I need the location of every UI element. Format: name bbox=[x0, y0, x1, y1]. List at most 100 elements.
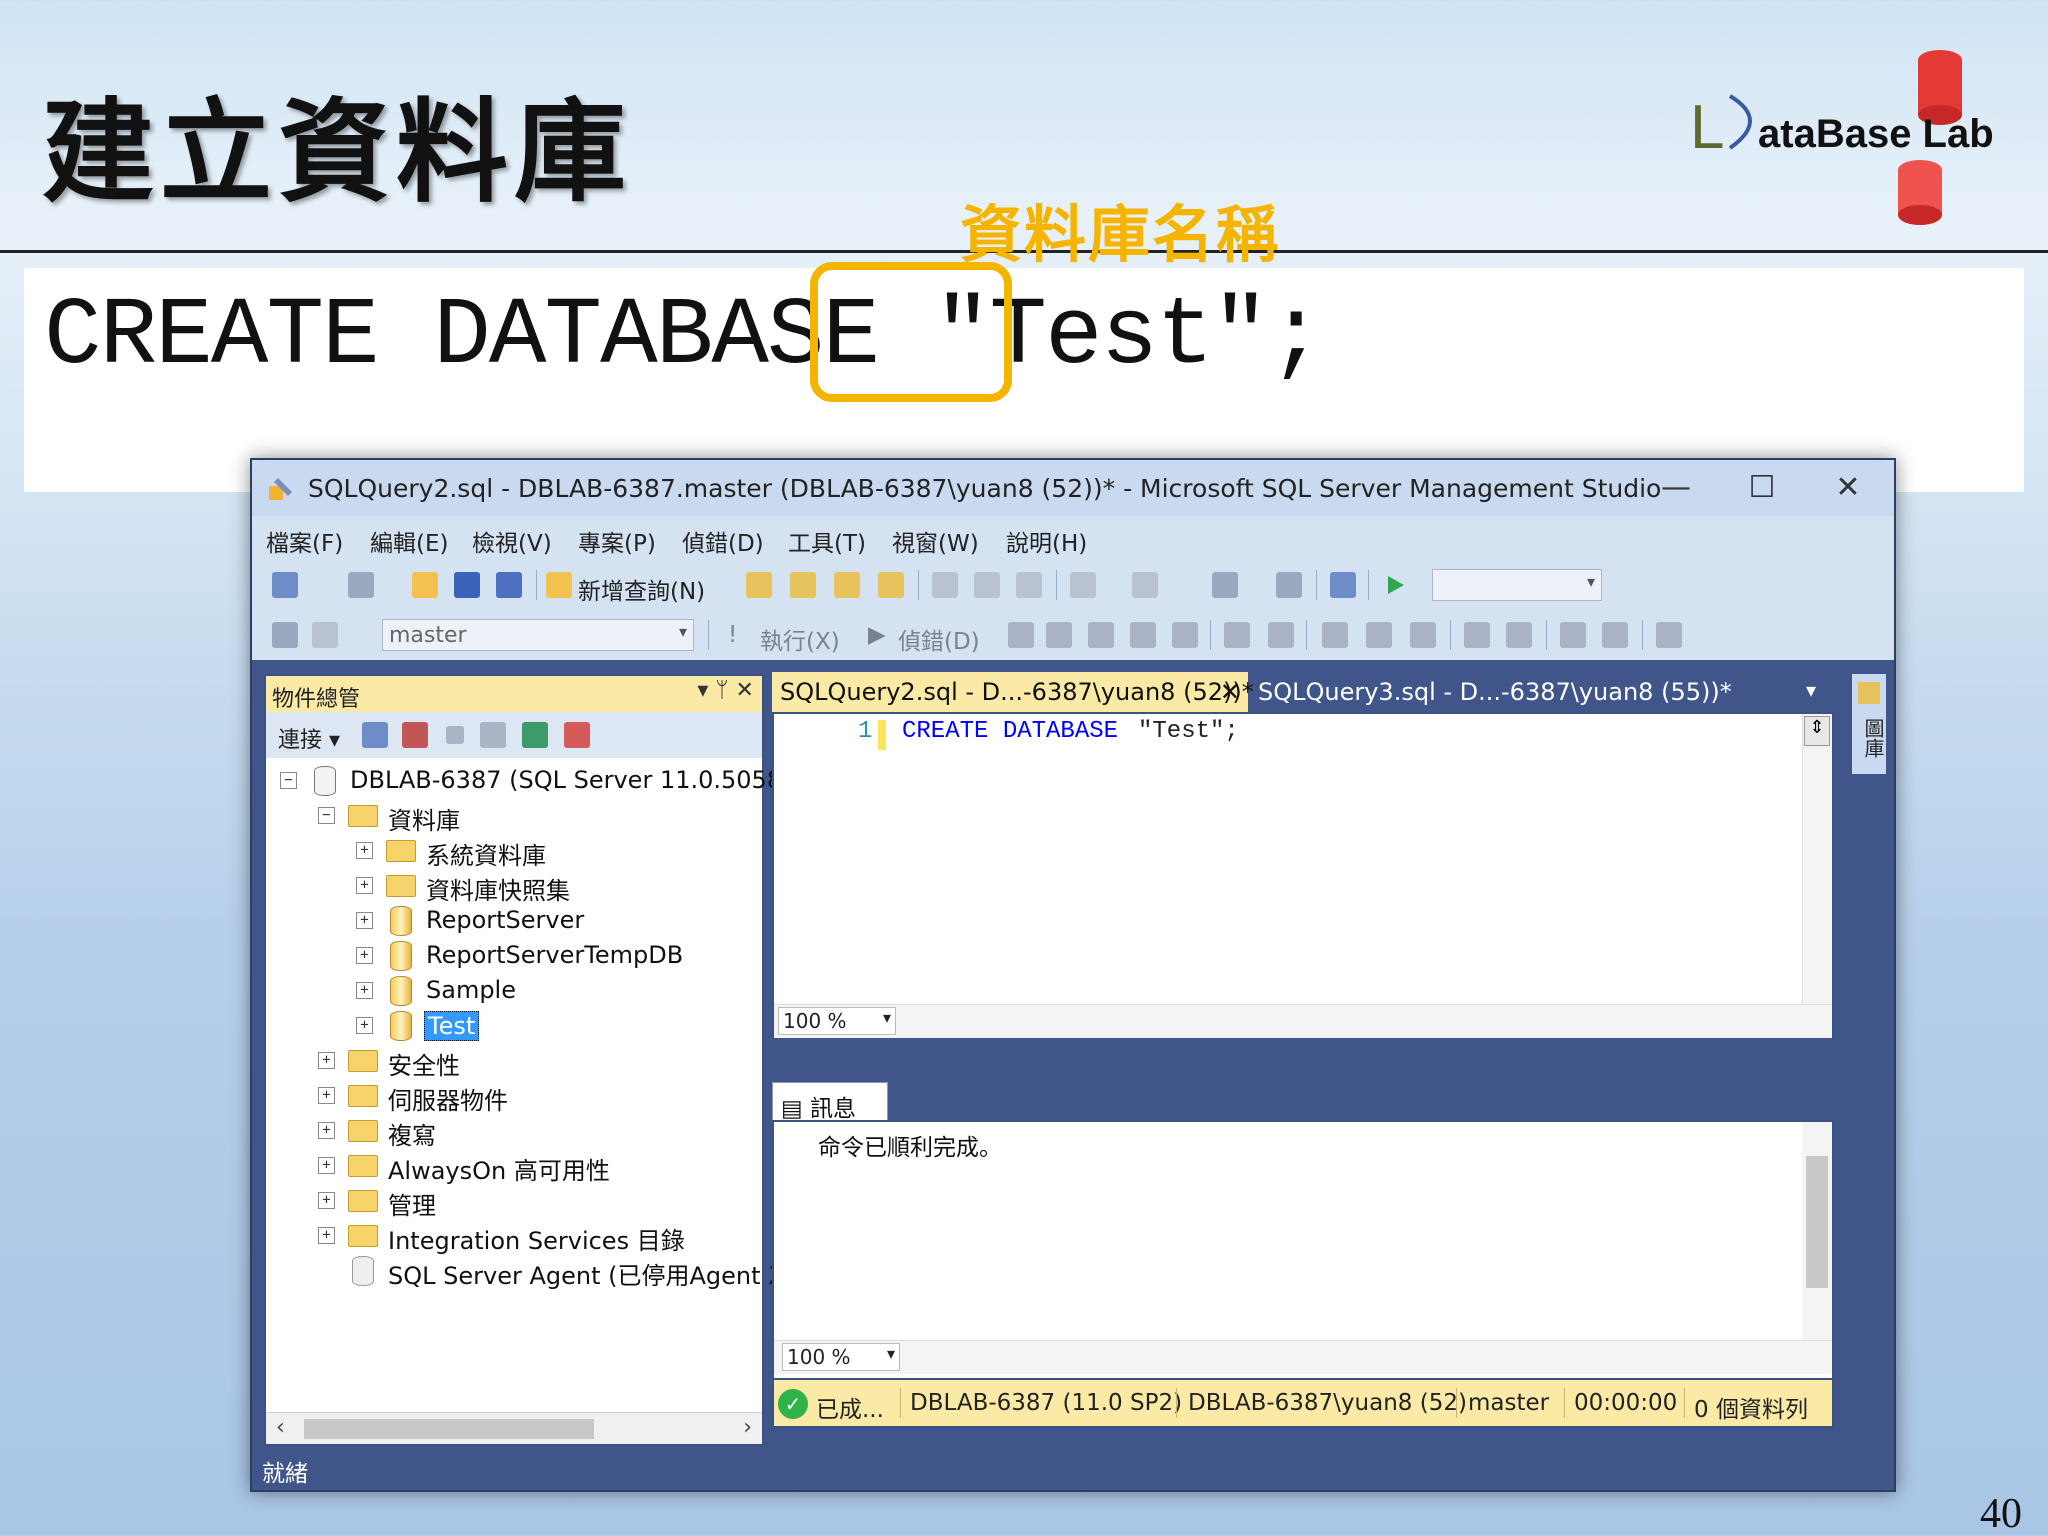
scroll-thumb[interactable] bbox=[304, 1419, 594, 1439]
tab-messages[interactable]: ▤ 訊息 bbox=[772, 1082, 888, 1122]
debug-button[interactable]: 偵錯(D) bbox=[898, 622, 980, 656]
minimize-button[interactable]: — bbox=[1646, 468, 1706, 508]
xmla-query-icon[interactable] bbox=[878, 572, 904, 598]
start-debugging-icon[interactable] bbox=[1382, 572, 1408, 598]
tree-node-sql-agent[interactable]: SQL Server Agent (已停用Agent X bbox=[318, 1254, 785, 1290]
new-query-button[interactable]: 新增查詢(N) bbox=[578, 572, 705, 606]
expand-icon[interactable]: + bbox=[318, 1052, 335, 1069]
activity-monitor-icon[interactable] bbox=[1330, 572, 1356, 598]
database-select[interactable]: master ▾ bbox=[382, 619, 694, 651]
save-icon[interactable] bbox=[454, 572, 480, 598]
expand-icon[interactable]: + bbox=[318, 1087, 335, 1104]
query-editor[interactable]: 1 CREATE DATABASE "Test"; ⇕ 100 % ▾ bbox=[772, 712, 1834, 1038]
menu-view[interactable]: 檢視(V) bbox=[472, 524, 552, 558]
scroll-thumb[interactable] bbox=[1806, 1156, 1828, 1288]
open-file-icon[interactable] bbox=[412, 572, 438, 598]
scroll-right-icon[interactable]: › bbox=[743, 1415, 752, 1440]
disconnect-icon[interactable] bbox=[402, 722, 428, 748]
save-all-icon[interactable] bbox=[496, 572, 522, 598]
expand-icon[interactable]: + bbox=[356, 877, 373, 894]
solution-config-combo[interactable]: ▾ bbox=[1432, 569, 1602, 601]
messages-zoom-select[interactable]: 100 % ▾ bbox=[782, 1343, 900, 1371]
expand-icon[interactable]: + bbox=[356, 842, 373, 859]
results-to-file-icon[interactable] bbox=[1410, 622, 1436, 648]
maximize-button[interactable]: ☐ bbox=[1732, 468, 1792, 508]
tree-node-server[interactable]: − DBLAB-6387 (SQL Server 11.0.5058 - bbox=[280, 764, 798, 798]
expand-icon[interactable]: + bbox=[318, 1192, 335, 1209]
undo-icon[interactable] bbox=[1070, 572, 1096, 598]
client-statistics-icon[interactable] bbox=[1268, 622, 1294, 648]
decrease-indent-icon[interactable] bbox=[1560, 622, 1586, 648]
expand-icon[interactable]: + bbox=[356, 982, 373, 999]
comment-icon[interactable] bbox=[1464, 622, 1490, 648]
close-button[interactable]: ✕ bbox=[1818, 468, 1878, 508]
tree-node-sample[interactable]: + Sample bbox=[356, 974, 756, 1008]
intellisense-icon[interactable] bbox=[1172, 622, 1198, 648]
collapse-icon[interactable]: − bbox=[318, 807, 335, 824]
paste-icon[interactable] bbox=[1016, 572, 1042, 598]
tree-node-snapshots[interactable]: + 資料庫快照集 bbox=[356, 869, 756, 905]
mdx-query-icon[interactable] bbox=[790, 572, 816, 598]
scroll-left-icon[interactable]: ‹ bbox=[276, 1415, 285, 1440]
parse-icon[interactable] bbox=[1046, 622, 1072, 648]
menu-file[interactable]: 檔案(F) bbox=[266, 524, 343, 558]
new-project-icon[interactable] bbox=[272, 572, 298, 598]
database-engine-query-icon[interactable] bbox=[746, 572, 772, 598]
menu-project[interactable]: 專案(P) bbox=[578, 524, 656, 558]
copy-icon[interactable] bbox=[974, 572, 1000, 598]
tree-node-security[interactable]: + 安全性 bbox=[318, 1044, 758, 1080]
tree-node-replication[interactable]: + 複寫 bbox=[318, 1114, 758, 1150]
tree-node-reportserver[interactable]: + ReportServer bbox=[356, 904, 756, 938]
refresh-icon[interactable] bbox=[522, 722, 548, 748]
include-plan-icon[interactable] bbox=[1224, 622, 1250, 648]
filter-icon[interactable] bbox=[480, 722, 506, 748]
tree-node-management[interactable]: + 管理 bbox=[318, 1184, 758, 1220]
navigate-forward-icon[interactable] bbox=[1276, 572, 1302, 598]
navigate-backward-icon[interactable] bbox=[1212, 572, 1238, 598]
menu-help[interactable]: 說明(H) bbox=[1006, 524, 1087, 558]
add-item-icon[interactable] bbox=[348, 572, 374, 598]
expand-icon[interactable]: + bbox=[356, 912, 373, 929]
tree-node-system-databases[interactable]: + 系統資料庫 bbox=[356, 834, 756, 870]
display-plan-icon[interactable] bbox=[1088, 622, 1114, 648]
specify-values-icon[interactable] bbox=[1656, 622, 1682, 648]
tree-node-reportservertempdb[interactable]: + ReportServerTempDB bbox=[356, 939, 756, 973]
tab-sqlquery3[interactable]: SQLQuery3.sql - D...-6387\yuan8 (55))* bbox=[1250, 672, 1732, 712]
editor-vertical-scrollbar[interactable]: ⇕ bbox=[1802, 714, 1832, 1036]
close-tab-icon[interactable]: ✕ bbox=[1220, 678, 1240, 706]
change-connection-icon[interactable] bbox=[312, 622, 338, 648]
query-options-icon[interactable] bbox=[1130, 622, 1156, 648]
expand-icon[interactable]: + bbox=[356, 947, 373, 964]
tab-overflow-icon[interactable]: ▾ bbox=[1798, 672, 1824, 712]
tab-sqlquery2[interactable]: SQLQuery2.sql - D...-6387\yuan8 (52))* ✕ bbox=[772, 672, 1254, 712]
stop-icon[interactable] bbox=[446, 726, 464, 744]
tree-node-databases[interactable]: − 資料庫 bbox=[318, 799, 758, 835]
horizontal-scrollbar[interactable]: ‹ › bbox=[266, 1412, 762, 1444]
menu-window[interactable]: 視窗(W) bbox=[892, 524, 979, 558]
connect-server-icon[interactable] bbox=[362, 722, 388, 748]
expand-icon[interactable]: + bbox=[318, 1157, 335, 1174]
menu-debug[interactable]: 偵錯(D) bbox=[682, 524, 764, 558]
connect-dropdown[interactable]: 連接 ▾ bbox=[278, 722, 340, 754]
collapse-icon[interactable]: − bbox=[280, 772, 297, 789]
execute-button[interactable]: 執行(X) bbox=[760, 622, 840, 656]
results-to-grid-icon[interactable] bbox=[1366, 622, 1392, 648]
editor-zoom-select[interactable]: 100 % ▾ bbox=[778, 1007, 896, 1035]
split-icon[interactable]: ⇕ bbox=[1804, 716, 1830, 746]
cut-icon[interactable] bbox=[932, 572, 958, 598]
menu-edit[interactable]: 編輯(E) bbox=[370, 524, 448, 558]
results-to-text-icon[interactable] bbox=[1322, 622, 1348, 648]
connect-icon[interactable] bbox=[272, 622, 298, 648]
redo-icon[interactable] bbox=[1132, 572, 1158, 598]
tree-node-alwayson[interactable]: + AlwaysOn 高可用性 bbox=[318, 1149, 758, 1185]
expand-icon[interactable]: + bbox=[318, 1227, 335, 1244]
expand-icon[interactable]: + bbox=[318, 1122, 335, 1139]
increase-indent-icon[interactable] bbox=[1602, 622, 1628, 648]
activity-monitor-icon[interactable] bbox=[564, 722, 590, 748]
uncomment-icon[interactable] bbox=[1506, 622, 1532, 648]
tree-node-server-objects[interactable]: + 伺服器物件 bbox=[318, 1079, 758, 1115]
messages-vertical-scrollbar[interactable] bbox=[1802, 1122, 1832, 1340]
tree-node-test[interactable]: + Test bbox=[356, 1009, 756, 1043]
cancel-query-icon[interactable] bbox=[1008, 622, 1034, 648]
menu-tools[interactable]: 工具(T) bbox=[788, 524, 866, 558]
